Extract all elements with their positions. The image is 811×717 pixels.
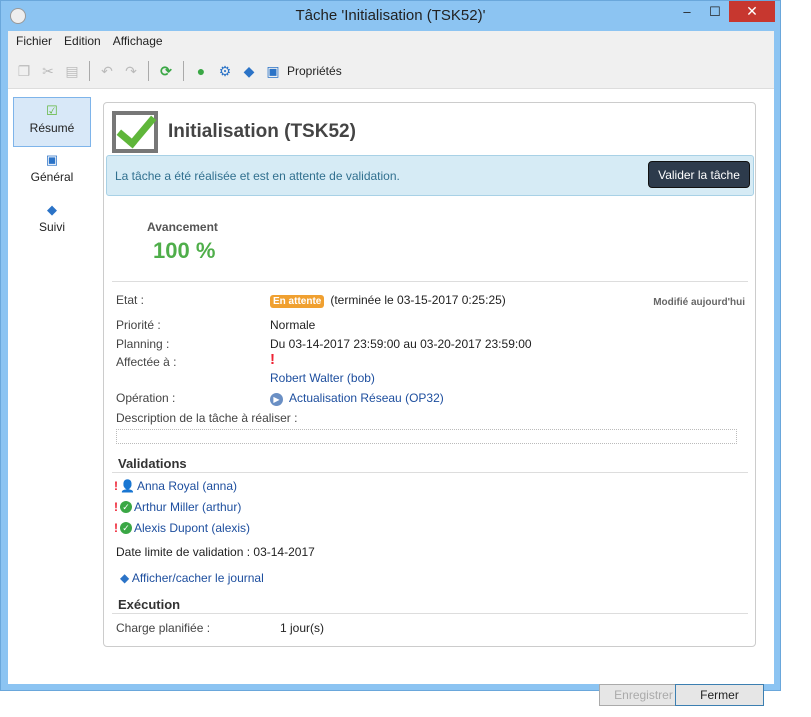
progress-label: Avancement (147, 220, 218, 234)
page-title: Initialisation (TSK52) (168, 121, 356, 142)
copy-icon[interactable]: ❐ (14, 61, 34, 81)
deadline-text: Date limite de validation : 03-14-2017 (116, 545, 315, 559)
gear-user-icon[interactable]: ⚙ (215, 61, 235, 81)
check-icon: ✓ (120, 522, 132, 534)
check-icon: ✓ (120, 501, 132, 513)
alert-icon: ! (114, 500, 118, 514)
refresh-icon[interactable]: ⟳ (156, 61, 176, 81)
validations-title: Validations (118, 456, 187, 471)
sidebar: ☑ Résumé ▣ Général ◆ Suivi (13, 97, 91, 247)
close-dialog-button[interactable]: Fermer (675, 684, 764, 706)
etat-label: Etat : (116, 293, 145, 307)
journal-icon: ◆ (120, 571, 130, 585)
assignee-link[interactable]: Robert Walter (bob) (270, 371, 375, 385)
sidebar-label: Général (30, 170, 74, 184)
sidebar-label: Suivi (38, 220, 65, 234)
window: Tâche 'Initialisation (TSK52)' – ☐ ✕ Fic… (0, 0, 781, 706)
tracking-icon: ◆ (47, 202, 57, 217)
redo-icon[interactable]: ↷ (121, 61, 141, 81)
charge-value: 1 jour(s) (280, 621, 325, 635)
menu-fichier[interactable]: Fichier (10, 31, 58, 51)
planning-label: Planning : (116, 337, 170, 351)
close-button[interactable]: ✕ (729, 1, 775, 22)
minimize-button[interactable]: – (673, 1, 701, 22)
calculator-icon[interactable]: ● (191, 61, 211, 81)
clipboard-icon: ▣ (45, 152, 59, 167)
toolbar: ❐ ✂ ▤ ↶ ↷ ⟳ ● ⚙ ◆ ▣ Propriétés (8, 57, 342, 85)
sidebar-item-general[interactable]: ▣ Général (13, 147, 91, 197)
sidebar-item-suivi[interactable]: ◆ Suivi (13, 197, 91, 247)
priorite-label: Priorité : (116, 318, 161, 332)
validator-link[interactable]: Arthur Miller (arthur) (134, 500, 241, 514)
planning-value: Du 03-14-2017 23:59:00 au 03-20-2017 23:… (270, 337, 532, 351)
priorite-value: Normale (270, 318, 316, 332)
info-message: La tâche a été réalisée et est en attent… (115, 169, 400, 183)
checkbox-icon: ☑ (46, 103, 58, 118)
alert-icon: ! (270, 351, 275, 368)
validator-link[interactable]: Alexis Dupont (alexis) (134, 521, 250, 535)
journal-link[interactable]: Afficher/cacher le journal (132, 571, 264, 585)
task-done-icon (112, 111, 158, 153)
sidebar-item-resume[interactable]: ☑ Résumé (13, 97, 91, 147)
validate-task-button[interactable]: Valider la tâche (648, 161, 750, 188)
charge-label: Charge planifiée : (116, 621, 211, 635)
modified-text: Modifié aujourd'hui (653, 297, 745, 308)
alert-icon: ! (114, 479, 118, 493)
description-field[interactable] (116, 429, 737, 444)
maximize-button[interactable]: ☐ (701, 1, 729, 22)
undo-icon[interactable]: ↶ (97, 61, 117, 81)
tag-icon[interactable]: ◆ (239, 61, 259, 81)
sidebar-label: Résumé (29, 121, 75, 135)
cut-icon[interactable]: ✂ (38, 61, 58, 81)
menu-bar: Fichier Edition Affichage (8, 31, 774, 51)
validator-link[interactable]: Anna Royal (anna) (137, 479, 237, 493)
execution-title: Exécution (118, 597, 181, 612)
description-label: Description de la tâche à réaliser : (116, 411, 298, 425)
affectee-label: Affectée à : (116, 355, 177, 369)
menu-edition[interactable]: Edition (58, 31, 107, 51)
summary-panel: Initialisation (TSK52) La tâche a été ré… (103, 102, 756, 647)
operation-link[interactable]: Actualisation Réseau (OP32) (289, 391, 444, 405)
paste-icon[interactable]: ▤ (62, 61, 82, 81)
status-badge: En attente (270, 295, 325, 308)
play-icon: ▶ (270, 393, 283, 406)
etat-value: (terminée le 03-15-2017 0:25:25) (330, 293, 506, 307)
progress-value: 100 % (153, 238, 216, 263)
window-title: Tâche 'Initialisation (TSK52)' (295, 7, 486, 24)
menu-affichage[interactable]: Affichage (107, 31, 169, 51)
info-banner: La tâche a été réalisée et est en attent… (106, 155, 754, 196)
operation-label: Opération : (116, 391, 176, 405)
clipboard-icon[interactable]: ▣ (263, 61, 283, 81)
alert-icon: ! (114, 521, 118, 535)
user-icon: 👤 (120, 479, 135, 493)
properties-button[interactable]: Propriétés (287, 64, 342, 78)
